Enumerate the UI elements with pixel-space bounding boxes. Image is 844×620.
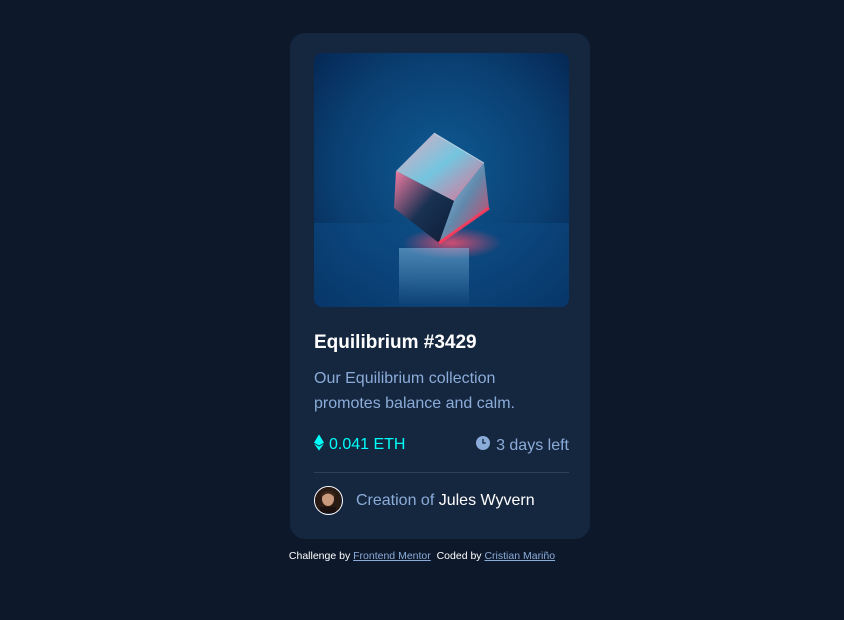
nft-image[interactable]	[314, 53, 569, 307]
author-link[interactable]: Cristian Mariño	[484, 550, 555, 562]
coded-prefix: Coded by	[436, 550, 482, 562]
time-left-text: 3 days left	[496, 436, 569, 454]
clock-icon	[476, 436, 491, 455]
creator-name-link[interactable]: Jules Wyvern	[439, 492, 535, 509]
divider	[314, 472, 569, 473]
creator-prefix: Creation of	[356, 491, 435, 509]
avatar	[314, 486, 343, 515]
nft-description: Our Equilibrium collection promotes bala…	[314, 370, 515, 412]
price: 0.041 ETH	[314, 434, 405, 456]
ethereum-icon	[314, 434, 324, 456]
attribution: Challenge by Frontend Mentor Coded by Cr…	[0, 550, 844, 562]
challenge-prefix: Challenge by	[288, 550, 351, 562]
nft-title[interactable]: Equilibrium #3429	[314, 332, 477, 354]
frontend-mentor-link[interactable]: Frontend Mentor	[353, 550, 431, 562]
time-remaining: 3 days left	[476, 436, 569, 455]
creator: Creation of Jules Wyvern	[314, 486, 535, 515]
creator-label: Creation of Jules Wyvern	[356, 492, 535, 510]
price-value: 0.041 ETH	[329, 436, 406, 453]
nft-card: Equilibrium #3429 Our Equilibrium collec…	[290, 33, 590, 539]
